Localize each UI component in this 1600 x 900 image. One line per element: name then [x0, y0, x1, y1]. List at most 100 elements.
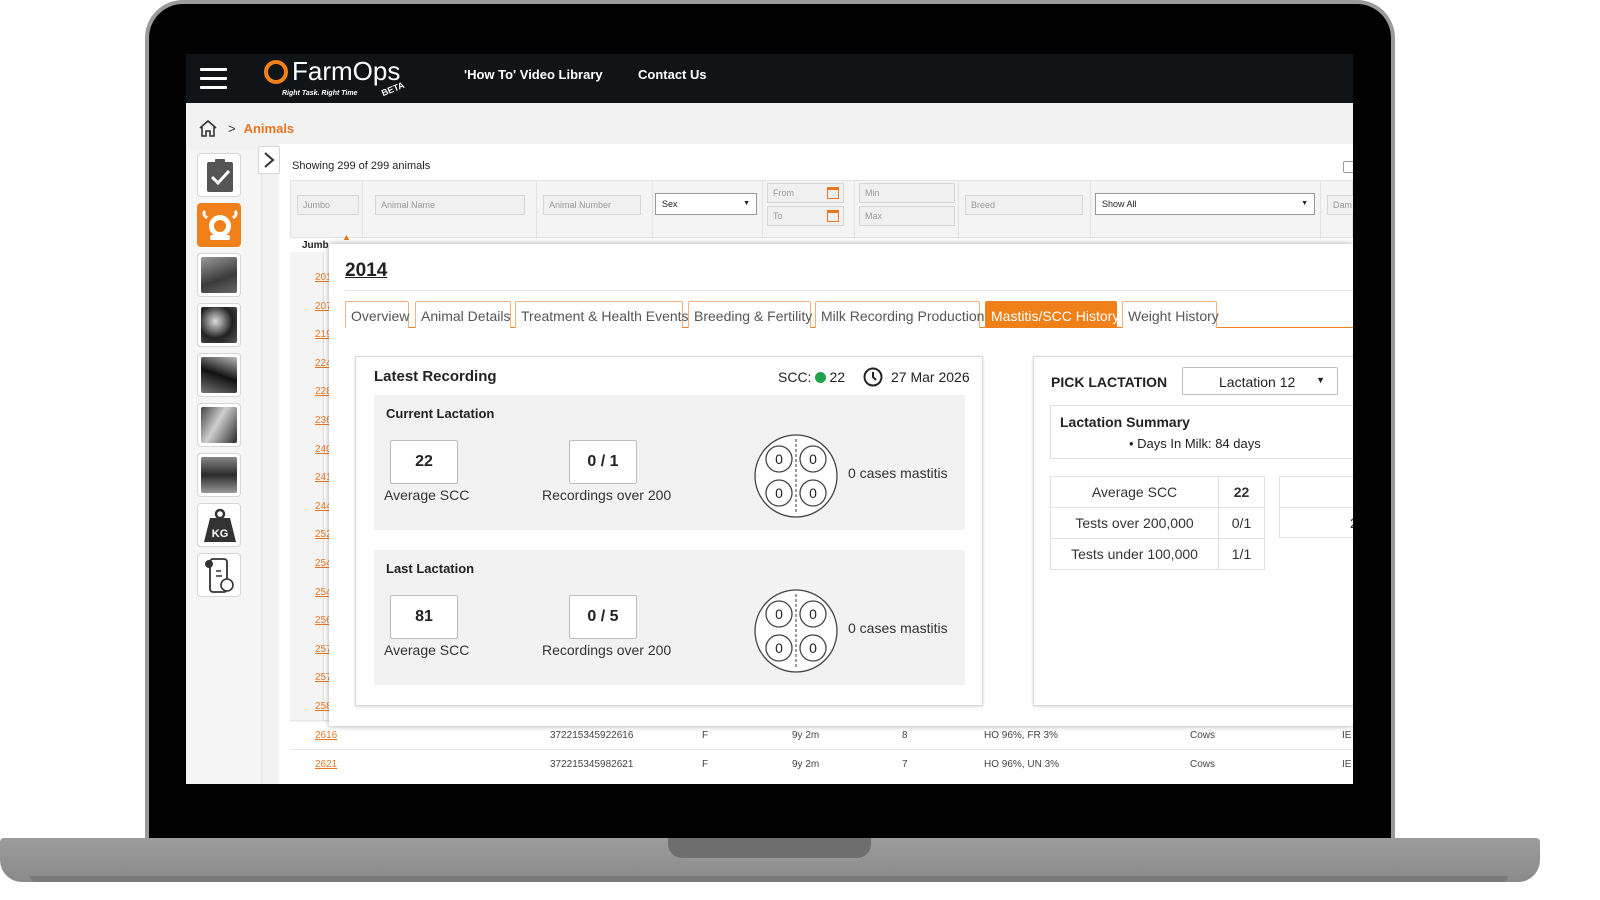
mobile-settings-icon: [205, 558, 234, 593]
sidebar: KG: [186, 150, 262, 784]
lactation-stats-table: Average SCC 22 Tests over 200,000 0/1 Test…: [1050, 476, 1265, 570]
row-age: 9y 2m: [792, 759, 820, 770]
herd-photo-icon: [201, 257, 237, 293]
breadcrumb-animals[interactable]: Animals: [244, 121, 295, 136]
table-row: Tests over 200,000 0/1: [1050, 507, 1265, 539]
hamburger-menu-icon[interactable]: [200, 68, 227, 90]
tab-breeding-fertility[interactable]: Breeding & Fertility: [688, 301, 812, 328]
from-date-input[interactable]: From: [767, 183, 844, 203]
stat-value: 1/1: [1218, 538, 1265, 570]
dropdown-arrow-icon: ▼: [1316, 375, 1325, 385]
group-filter-select[interactable]: Show All ▼: [1095, 193, 1315, 215]
calendar-icon: [827, 210, 839, 222]
current-udder-quarters-icon: 0 0 0 0: [754, 434, 838, 518]
lactation-select[interactable]: Lactation 12 ▼: [1182, 367, 1338, 395]
sidebar-animals[interactable]: [197, 203, 241, 247]
laptop-notch: [668, 838, 871, 858]
tab-treatment-health[interactable]: Treatment & Health Events: [515, 301, 689, 328]
sort-asc-icon[interactable]: ▲: [342, 232, 351, 242]
sidebar-weight[interactable]: KG: [197, 503, 241, 547]
row-breed: HO 96%, UN 3%: [984, 759, 1060, 770]
nav-contact-us[interactable]: Contact Us: [638, 67, 707, 82]
lactation-summary: Lactation Summary • Days In Milk: 84 day…: [1050, 405, 1353, 459]
from-date-placeholder: From: [773, 188, 794, 198]
select-checkbox[interactable]: [1343, 161, 1353, 173]
stat-value: 0/1: [1218, 507, 1265, 539]
tab-bar: Overview Animal Details Treatment & Heal…: [345, 301, 1353, 328]
expand-panel-button[interactable]: [258, 146, 280, 174]
last-average-scc-label: Average SCC: [384, 642, 470, 658]
sidebar-breeding-photo[interactable]: [197, 403, 241, 447]
recording-date: 27 Mar 2026: [891, 369, 970, 385]
scc-value: 22: [829, 369, 846, 385]
app-screen: FarmOps Right Task. Right Time BETA 'How…: [186, 54, 1353, 784]
svg-text:KG: KG: [212, 528, 229, 540]
row-jumbo-link[interactable]: 2621: [315, 759, 337, 770]
last-mastitis-cases: 0 cases mastitis: [848, 620, 948, 636]
tab-weight-history[interactable]: Weight History: [1122, 301, 1219, 328]
stat-value: 22: [1218, 476, 1265, 508]
row-dam: IE: [1342, 759, 1352, 770]
table-row[interactable]: 2621 372215345982621 F 9y 2m 7 HO 96%, U…: [290, 749, 1353, 778]
animal-number-filter-input[interactable]: Animal Number: [543, 195, 641, 215]
animal-name-filter-input[interactable]: Animal Name: [375, 195, 525, 215]
quarter-front-right: 0: [809, 606, 817, 622]
sidebar-milk-photo[interactable]: [197, 453, 241, 497]
scc-label: SCC:: [778, 369, 812, 385]
tab-animal-details[interactable]: Animal Details: [415, 301, 511, 328]
home-icon[interactable]: [198, 119, 218, 137]
table-row: Tests under 100,000 1/1: [1050, 538, 1265, 570]
current-lactation-title: Current Lactation: [386, 406, 495, 421]
max-filter-input[interactable]: Max: [859, 206, 955, 226]
laptop-foot: [30, 876, 1508, 882]
dam-filter-input[interactable]: Dam: [1327, 195, 1353, 215]
breed-filter-input[interactable]: Breed: [965, 195, 1083, 215]
chevron-right-icon: [264, 152, 275, 168]
filter-row: Jumbo Animal Name Animal Number Sex ▼ Fro…: [290, 180, 1353, 239]
sidebar-calf-photo[interactable]: [197, 353, 241, 397]
sex-filter-value: Sex: [662, 199, 678, 209]
comparison-table-partial: 2: [1279, 476, 1353, 538]
last-recordings-label: Recordings over 200: [542, 642, 672, 658]
row-jumbo-link[interactable]: 2616: [315, 730, 337, 741]
row-lactation: 7: [902, 759, 908, 770]
row-sex: F: [702, 759, 709, 770]
table-row: Average SCC 22: [1050, 476, 1265, 508]
breadcrumb-separator: >: [228, 120, 236, 136]
sidebar-settings-device[interactable]: [197, 553, 241, 597]
sidebar-herd-photo[interactable]: [197, 253, 241, 297]
sex-filter-select[interactable]: Sex ▼: [655, 193, 757, 215]
jumbo-filter-input[interactable]: Jumbo: [297, 195, 359, 215]
comparison-divider: [1280, 507, 1353, 508]
calf-photo-icon: [201, 357, 237, 393]
top-navigation-bar: FarmOps Right Task. Right Time BETA 'How…: [186, 54, 1353, 103]
nav-video-library[interactable]: 'How To' Video Library: [464, 67, 603, 82]
to-date-placeholder: To: [773, 211, 783, 221]
tab-milk-recording[interactable]: Milk Recording Production: [815, 301, 984, 328]
row-animal-number: 372215345982621: [550, 759, 634, 770]
lactation-summary-title: Lactation Summary: [1060, 414, 1190, 430]
current-recordings-label: Recordings over 200: [542, 487, 672, 503]
pick-lactation-title: PICK LACTATION: [1051, 374, 1168, 390]
clipboard-check-icon: [207, 159, 233, 192]
min-filter-input[interactable]: Min: [859, 183, 955, 203]
dropdown-arrow-icon: ▼: [743, 200, 750, 207]
current-average-scc-box: 22: [390, 440, 458, 484]
lactation-select-value: Lactation 12: [1219, 374, 1296, 390]
to-date-input[interactable]: To: [767, 206, 844, 226]
stat-label: Tests over 200,000: [1050, 507, 1219, 539]
tab-overview[interactable]: Overview: [345, 301, 409, 328]
logo-tagline: Right Task. Right Time: [282, 90, 358, 97]
scc-indicator: SCC: 22: [778, 369, 845, 385]
last-udder-quarters-icon: 0 0 0 0: [754, 589, 838, 673]
row-sex: F: [702, 730, 709, 741]
clock-icon: [863, 367, 883, 387]
tab-mastitis-scc[interactable]: Mastitis/SCC History: [985, 301, 1119, 328]
jumbo-column-header[interactable]: Jumb: [302, 240, 329, 251]
logo-mark-icon: [264, 60, 288, 84]
sidebar-cows-photo[interactable]: [197, 303, 241, 347]
sidebar-tasks[interactable]: [197, 153, 241, 197]
quarter-front-left: 0: [775, 451, 783, 467]
quarter-front-right: 0: [809, 451, 817, 467]
farmops-logo[interactable]: FarmOps Right Task. Right Time BETA: [264, 56, 424, 100]
